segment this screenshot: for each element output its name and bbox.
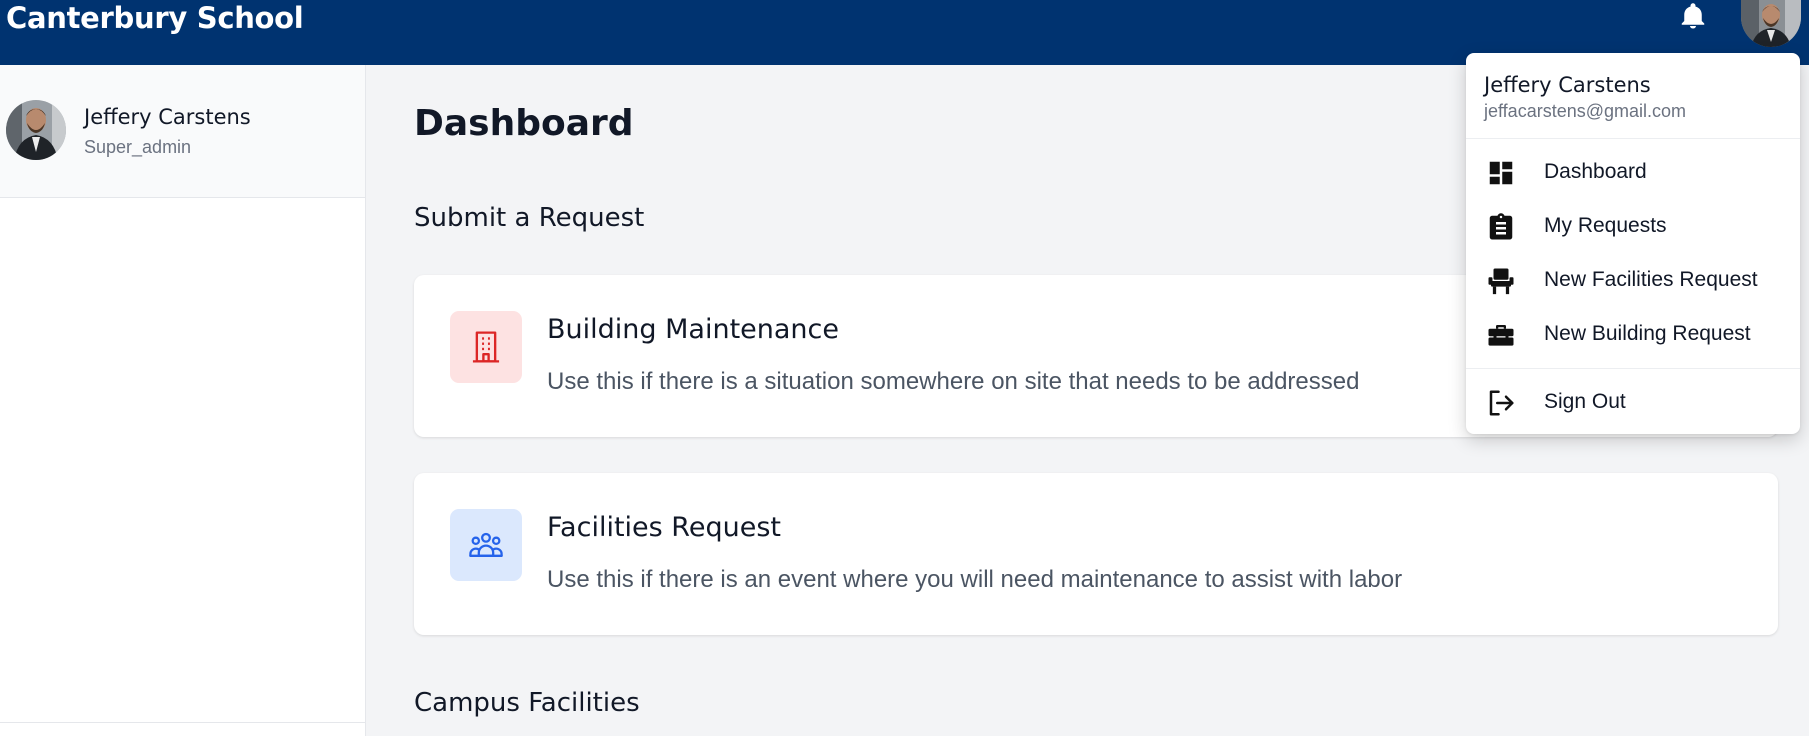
sidebar: Jeffery Carstens Super_admin [0,65,366,736]
bell-icon[interactable] [1677,1,1709,31]
submit-request-heading: Submit a Request [414,203,645,233]
facilities-request-card[interactable]: Facilities Request Use this if there is … [414,473,1778,635]
dashboard-icon [1486,158,1516,188]
menu-item-label: New Facilities Request [1544,268,1758,291]
sidebar-divider [0,722,365,723]
clipboard-icon [1486,212,1516,242]
user-avatar-button[interactable] [1741,0,1801,47]
sidebar-user-name: Jeffery Carstens [84,105,251,129]
toolbox-icon [1486,320,1516,350]
card-description: Use this if there is a situation somewhe… [547,368,1360,395]
campus-facilities-heading: Campus Facilities [414,688,640,718]
user-dropdown-menu: Jeffery Carstens jeffacarstens@gmail.com… [1466,53,1800,434]
avatar [6,100,66,160]
menu-item-new-facilities-request[interactable]: New Facilities Request [1466,255,1800,307]
menu-item-my-requests[interactable]: My Requests [1466,201,1800,253]
dropdown-user-name: Jeffery Carstens [1484,73,1651,97]
chair-icon [1486,266,1516,296]
dropdown-user-email: jeffacarstens@gmail.com [1484,101,1687,121]
menu-item-label: My Requests [1544,214,1667,237]
menu-item-label: Dashboard [1544,160,1647,183]
menu-item-label: New Building Request [1544,322,1751,345]
people-group-icon [450,509,522,581]
sidebar-profile: Jeffery Carstens Super_admin [0,65,365,198]
menu-item-new-building-request[interactable]: New Building Request [1466,309,1800,361]
sign-out-button[interactable]: Sign Out [1466,377,1800,429]
card-description: Use this if there is an event where you … [547,566,1403,593]
menu-item-dashboard[interactable]: Dashboard [1466,147,1800,199]
sidebar-user-role: Super_admin [84,137,192,157]
sign-out-icon [1486,388,1516,418]
dropdown-divider [1466,138,1800,139]
sign-out-label: Sign Out [1544,390,1626,413]
page-title: Dashboard [414,103,634,144]
card-title: Building Maintenance [547,314,839,345]
card-title: Facilities Request [547,512,781,543]
dropdown-divider [1466,368,1800,369]
building-icon [450,311,522,383]
brand-title[interactable]: Canterbury School [6,0,304,37]
